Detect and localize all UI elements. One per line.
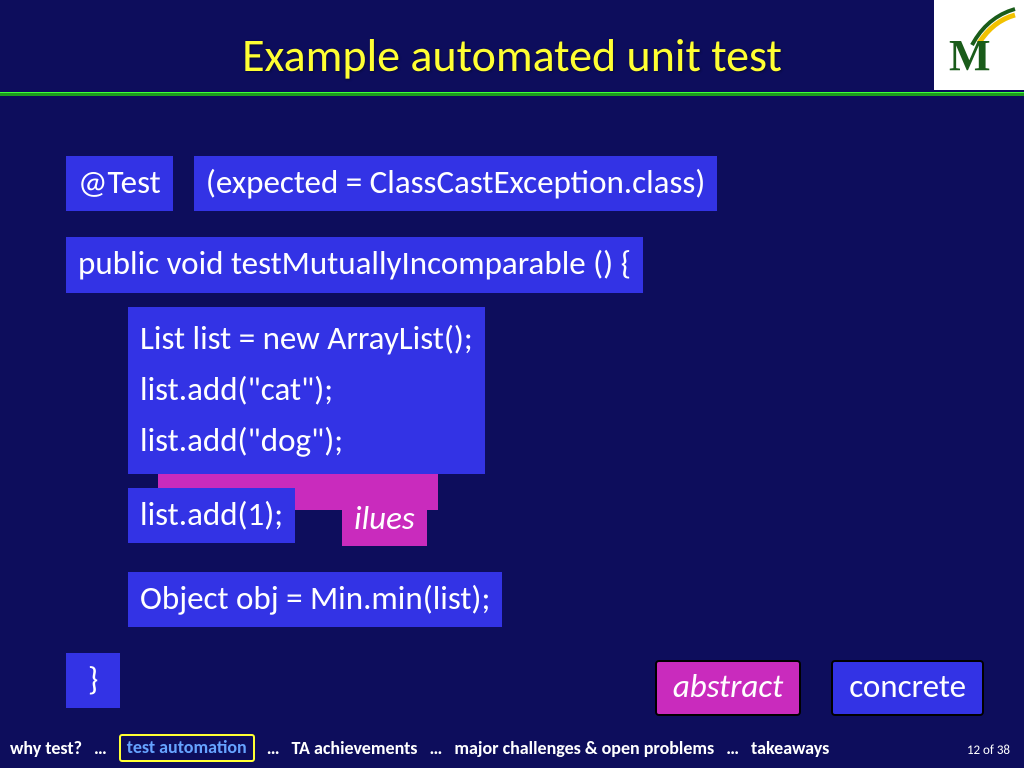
legend: abstract concrete xyxy=(655,660,984,716)
crumb-sep: … xyxy=(94,737,107,759)
code-close-brace: } xyxy=(66,653,120,708)
code-row-block1: List list = new ArrayList(); list.add("c… xyxy=(128,307,1024,474)
code-expected: (expected = ClassCastException.class) xyxy=(194,156,717,211)
slide-content: @Test (expected = ClassCastException.cla… xyxy=(0,130,1024,708)
abstract-peek-text: ilues xyxy=(342,492,427,546)
code-block-2: list.add(1); xyxy=(128,488,295,543)
legend-concrete: concrete xyxy=(831,660,984,716)
university-logo: M xyxy=(934,0,1024,90)
header-rule xyxy=(0,92,1024,96)
crumb-sep: … xyxy=(726,737,739,759)
code-row-block3: Object obj = Min.min(list); xyxy=(128,572,1024,627)
slide-title: Example automated unit test xyxy=(0,0,1024,84)
code-block-1: List list = new ArrayList(); list.add("c… xyxy=(128,307,485,474)
crumb-challenges: major challenges & open problems xyxy=(454,737,714,759)
code-annotation: @Test xyxy=(66,156,173,211)
legend-abstract: abstract xyxy=(655,660,801,716)
crumb-test-automation: test automation xyxy=(119,734,255,762)
code-row-signature: public void testMutuallyIncomparable () … xyxy=(66,237,1024,292)
crumb-sep: … xyxy=(430,737,443,759)
breadcrumb-footer: why test? … test automation … TA achieve… xyxy=(0,734,1024,762)
code-row-block2: ilues list.add(1); xyxy=(128,488,1024,544)
logo-letter: M xyxy=(949,30,991,81)
page-number: 12 of 38 xyxy=(967,743,1010,758)
slide-header: Example automated unit test M xyxy=(0,0,1024,96)
code-row-annotation: @Test (expected = ClassCastException.cla… xyxy=(66,156,1024,211)
crumb-sep: … xyxy=(267,737,280,759)
crumb-whytest: why test? xyxy=(10,737,82,759)
code-block-3: Object obj = Min.min(list); xyxy=(128,572,502,627)
code-signature: public void testMutuallyIncomparable () … xyxy=(66,237,643,292)
crumb-ta-achievements: TA achievements xyxy=(292,737,418,759)
crumb-takeaways: takeaways xyxy=(751,737,829,759)
